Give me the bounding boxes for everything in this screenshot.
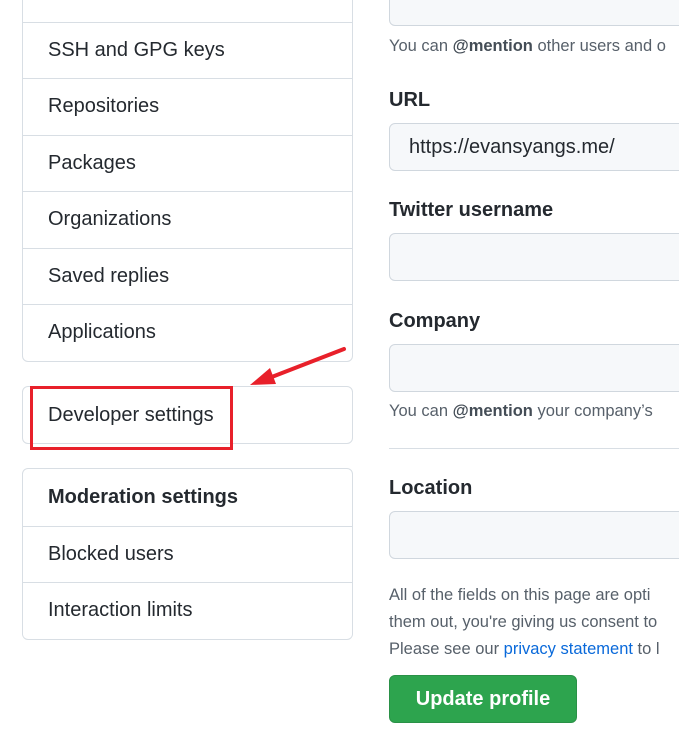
company-input[interactable] [389, 344, 679, 392]
moderation-heading: Moderation settings [48, 485, 239, 508]
moderation-nav: Moderation settings Blocked users Intera… [22, 468, 353, 640]
privacy-statement-link[interactable]: privacy statement [504, 640, 633, 658]
update-profile-button[interactable]: Update profile [389, 675, 577, 723]
location-input[interactable] [389, 511, 679, 559]
settings-nav: Notifications SSH and GPG keys Repositor… [22, 0, 353, 362]
sidebar-item-saved-replies[interactable]: Saved replies [23, 247, 352, 305]
sidebar-item-notifications[interactable]: Notifications [23, 0, 352, 22]
sidebar-item-interaction-limits[interactable]: Interaction limits [23, 582, 352, 639]
arrow-annotation [250, 347, 346, 385]
company-label: Company [389, 310, 481, 332]
twitter-input[interactable] [389, 233, 679, 281]
sidebar-item-repositories[interactable]: Repositories [23, 78, 352, 135]
company-note: You can @mention your company’s [389, 402, 653, 420]
bio-input[interactable] [389, 0, 679, 26]
privacy-note: All of the fields on this page are opti … [389, 586, 660, 658]
url-label: URL [389, 89, 431, 111]
bio-note: You can @mention other users and o [389, 37, 666, 55]
sidebar-item-ssh-gpg-keys[interactable]: SSH and GPG keys [23, 21, 352, 79]
divider [389, 448, 679, 449]
sidebar-item-packages[interactable]: Packages [23, 134, 352, 192]
highlight-box [30, 386, 233, 450]
location-label: Location [389, 477, 473, 499]
sidebar-item-blocked-users[interactable]: Blocked users [23, 525, 352, 583]
sidebar-item-organizations[interactable]: Organizations [23, 191, 352, 248]
twitter-label: Twitter username [389, 199, 554, 221]
url-input[interactable]: https://evansyangs.me/ [389, 123, 679, 171]
